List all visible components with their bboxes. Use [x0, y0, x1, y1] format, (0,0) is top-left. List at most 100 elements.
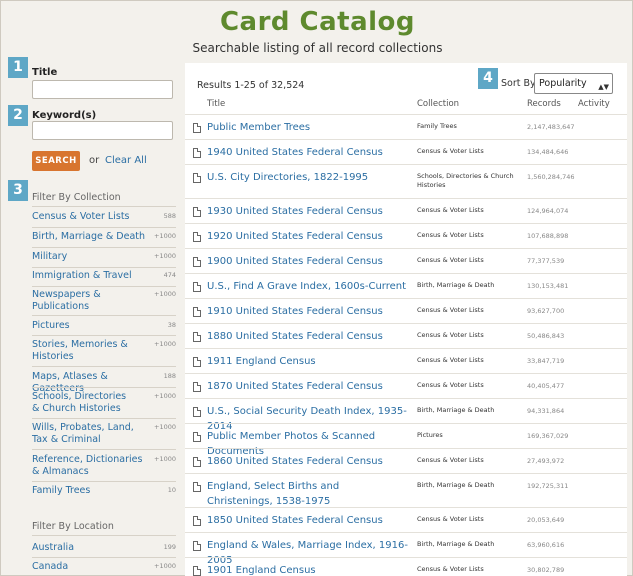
keyword-input[interactable] — [32, 121, 173, 140]
filter-divider — [32, 247, 176, 248]
record-title-link[interactable]: 1850 United States Federal Census — [207, 513, 422, 528]
collection-filter-item[interactable]: Schools, Directories & Church Histories … — [32, 391, 176, 417]
record-collection: Schools, Directories & Church Histories — [417, 172, 514, 189]
collection-filter-item[interactable]: Newspapers & Publications +1000 — [32, 289, 176, 315]
collection-filter-name: Wills, Probates, Land, Tax & Criminal — [32, 422, 134, 445]
record-collection: Census & Voter Lists — [417, 456, 484, 464]
record-title-link[interactable]: U.S. City Directories, 1822-1995 — [207, 170, 402, 185]
record-count: 192,725,311 — [527, 482, 569, 490]
document-icon — [193, 332, 201, 342]
keyword-label: Keyword(s) — [32, 110, 97, 121]
collection-filter-item[interactable]: Census & Voter Lists 588 — [32, 211, 176, 225]
record-title-link[interactable]: 1911 England Census — [207, 354, 422, 369]
column-header-activity[interactable]: Activity — [578, 99, 610, 109]
collection-filter-count: +1000 — [154, 290, 176, 298]
record-collection: Census & Voter Lists — [417, 381, 484, 389]
location-filter-count: 199 — [163, 543, 176, 551]
location-filter-name: Australia — [32, 542, 75, 553]
sort-by-select[interactable]: Popularity ▲▼ — [534, 73, 613, 94]
collection-filter-item[interactable]: Stories, Memories & Histories +1000 — [32, 339, 176, 365]
record-count: 130,153,481 — [527, 282, 569, 290]
title-input[interactable] — [32, 80, 173, 99]
collection-filter-item[interactable]: Wills, Probates, Land, Tax & Criminal +1… — [32, 422, 176, 448]
filter-divider — [32, 535, 176, 536]
column-header-collection[interactable]: Collection — [417, 99, 459, 109]
collection-filter-item[interactable]: Military +1000 — [32, 251, 176, 265]
record-title-link[interactable]: 1930 United States Federal Census — [207, 204, 422, 219]
record-title-link[interactable]: 1860 United States Federal Census — [207, 454, 422, 469]
collection-filter-name: Stories, Memories & Histories — [32, 339, 128, 362]
record-title-link[interactable]: 1920 United States Federal Census — [207, 229, 422, 244]
callout-badge-1: 1 — [8, 57, 28, 78]
collection-filter-item[interactable]: Pictures 38 — [32, 320, 176, 334]
record-collection: Census & Voter Lists — [417, 306, 484, 314]
column-header-records[interactable]: Records — [527, 99, 561, 109]
document-icon — [193, 232, 201, 242]
collection-filter-count: +1000 — [154, 252, 176, 260]
page-title: Card Catalog — [219, 7, 416, 37]
search-button[interactable]: SEARCH — [32, 151, 80, 171]
record-count: 93,627,700 — [527, 307, 565, 315]
collection-filter-item[interactable]: Reference, Dictionaries & Almanacs +1000 — [32, 454, 176, 480]
collection-filter-name: Military — [32, 251, 68, 262]
search-sidebar: 1 Title 2 Keyword(s) SEARCH or Clear All… — [1, 57, 181, 576]
results-panel: Results 1-25 of 32,524 4 Sort By Popular… — [185, 63, 627, 576]
filter-by-collection-heading: Filter By Collection — [32, 192, 121, 203]
record-title-link[interactable]: 1900 United States Federal Census — [207, 254, 422, 269]
record-title-link[interactable]: 1880 United States Federal Census — [207, 329, 422, 344]
document-icon — [193, 148, 201, 158]
collection-filter-item[interactable]: Family Trees 10 — [32, 485, 176, 499]
collection-filter-name: Birth, Marriage & Death — [32, 231, 146, 242]
document-icon — [193, 257, 201, 267]
record-title-link[interactable]: U.S., Find A Grave Index, 1600s-Current — [207, 279, 422, 294]
table-row: U.S., Find A Grave Index, 1600s-Current B… — [185, 273, 627, 298]
record-count: 134,484,646 — [527, 148, 569, 156]
document-icon — [193, 123, 201, 133]
location-filter-item[interactable]: Australia 199 — [32, 542, 176, 556]
table-row: Public Member Photos & Scanned Documents… — [185, 423, 627, 457]
collection-filter-item[interactable]: Birth, Marriage & Death +1000 — [32, 231, 176, 245]
location-filter-item[interactable]: Canada +1000 — [32, 561, 176, 575]
table-row: England & Wales, Marriage Index, 1916-20… — [185, 532, 627, 566]
collection-filter-name: Pictures — [32, 320, 70, 331]
filter-divider — [32, 481, 176, 482]
record-collection: Family Trees — [417, 122, 457, 130]
collection-filter-count: +1000 — [154, 232, 176, 240]
record-count: 33,847,719 — [527, 357, 565, 365]
chevron-down-icon: ▲▼ — [598, 83, 609, 91]
collection-filter-item[interactable]: Immigration & Travel 474 — [32, 270, 176, 284]
collection-filter-name: Reference, Dictionaries & Almanacs — [32, 454, 143, 477]
record-title-link[interactable]: 1870 United States Federal Census — [207, 379, 422, 394]
table-row: 1930 United States Federal Census Census … — [185, 198, 627, 223]
collection-filter-count: 10 — [167, 486, 176, 494]
callout-badge-2: 2 — [8, 105, 28, 126]
record-title-link[interactable]: 1901 England Census — [207, 563, 422, 576]
record-title-link[interactable]: 1940 United States Federal Census — [207, 145, 422, 160]
document-icon — [193, 407, 201, 417]
record-count: 77,377,539 — [527, 257, 565, 265]
record-count: 20,053,649 — [527, 516, 565, 524]
record-count: 63,960,616 — [527, 541, 565, 549]
title-label: Title — [32, 67, 58, 78]
clear-all-link[interactable]: Clear All — [105, 155, 147, 166]
collection-filter-item[interactable]: Maps, Atlases & Gazetteers 188 — [32, 371, 176, 394]
sort-by-value: Popularity — [539, 78, 587, 89]
record-title-link[interactable]: 1910 United States Federal Census — [207, 304, 422, 319]
document-icon — [193, 282, 201, 292]
record-collection: Census & Voter Lists — [417, 206, 484, 214]
collection-filter-count: 38 — [167, 321, 176, 329]
record-title-link[interactable]: Public Member Trees — [207, 120, 422, 135]
collection-filter-count: +1000 — [154, 340, 176, 348]
table-row: 1940 United States Federal Census Census … — [185, 139, 627, 164]
column-header-title[interactable]: Title — [207, 99, 225, 109]
filter-divider — [32, 366, 176, 367]
location-filter-count: +1000 — [154, 562, 176, 570]
record-collection: Census & Voter Lists — [417, 356, 484, 364]
filter-divider — [32, 227, 176, 228]
document-icon — [193, 432, 201, 442]
filter-by-location-heading: Filter By Location — [32, 521, 114, 532]
table-row: 1920 United States Federal Census Census … — [185, 223, 627, 248]
document-icon — [193, 541, 201, 551]
table-row: 1850 United States Federal Census Census … — [185, 507, 627, 532]
record-title-link[interactable]: England, Select Births and Christenings,… — [207, 479, 402, 509]
